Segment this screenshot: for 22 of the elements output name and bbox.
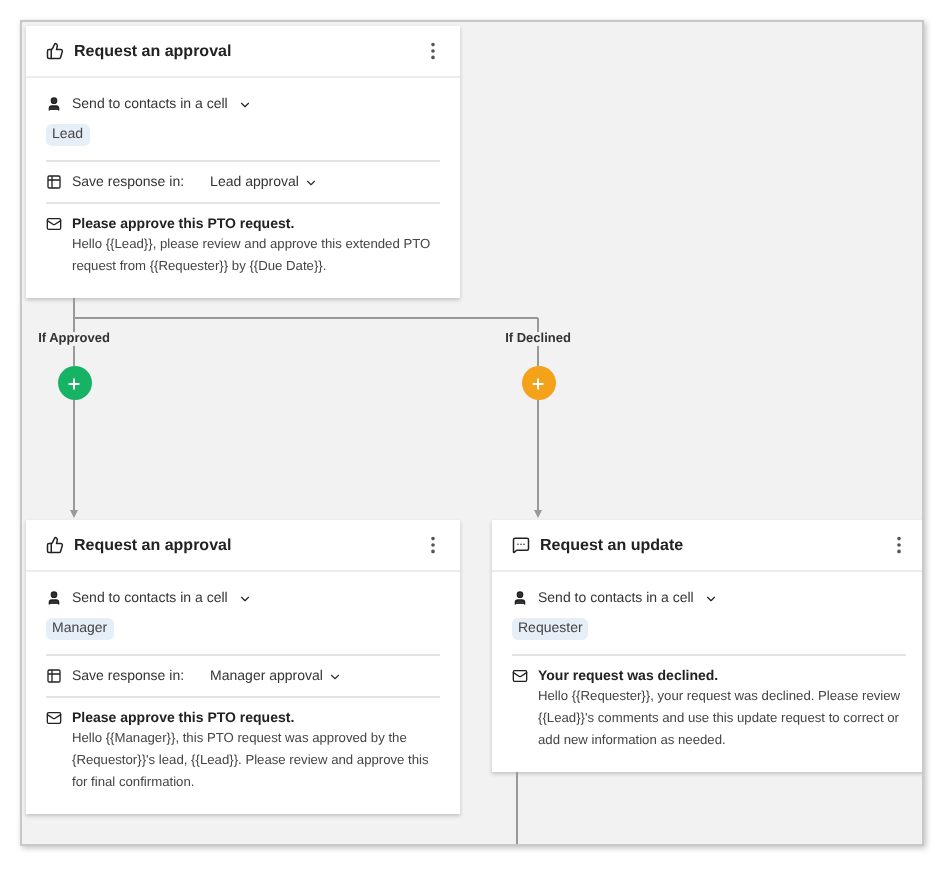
- dropdown-caret-icon[interactable]: [237, 591, 252, 605]
- mail-icon: [46, 710, 62, 726]
- dropdown-caret-icon[interactable]: [703, 591, 718, 605]
- user-icon: [46, 590, 62, 606]
- thumbs-up-icon: [46, 42, 64, 60]
- dropdown-caret-icon[interactable]: [328, 669, 343, 683]
- dropdown-caret-icon[interactable]: [304, 175, 319, 189]
- dropdown-caret-icon[interactable]: [237, 97, 252, 111]
- thumbs-up-icon: [46, 536, 64, 554]
- add-step-button[interactable]: [57, 366, 91, 400]
- table-icon: [46, 174, 62, 190]
- message-icon: [512, 536, 530, 554]
- step-title: Request an approval: [74, 42, 234, 60]
- step-title: Request an update: [540, 536, 686, 554]
- connector-line: [516, 772, 518, 844]
- user-icon: [512, 590, 528, 606]
- mail-icon: [512, 668, 528, 684]
- plus-icon[interactable]: [66, 375, 82, 391]
- mail-icon: [46, 216, 62, 232]
- table-icon: [46, 668, 62, 684]
- user-icon: [46, 96, 62, 112]
- step-title: Request an approval: [74, 536, 234, 554]
